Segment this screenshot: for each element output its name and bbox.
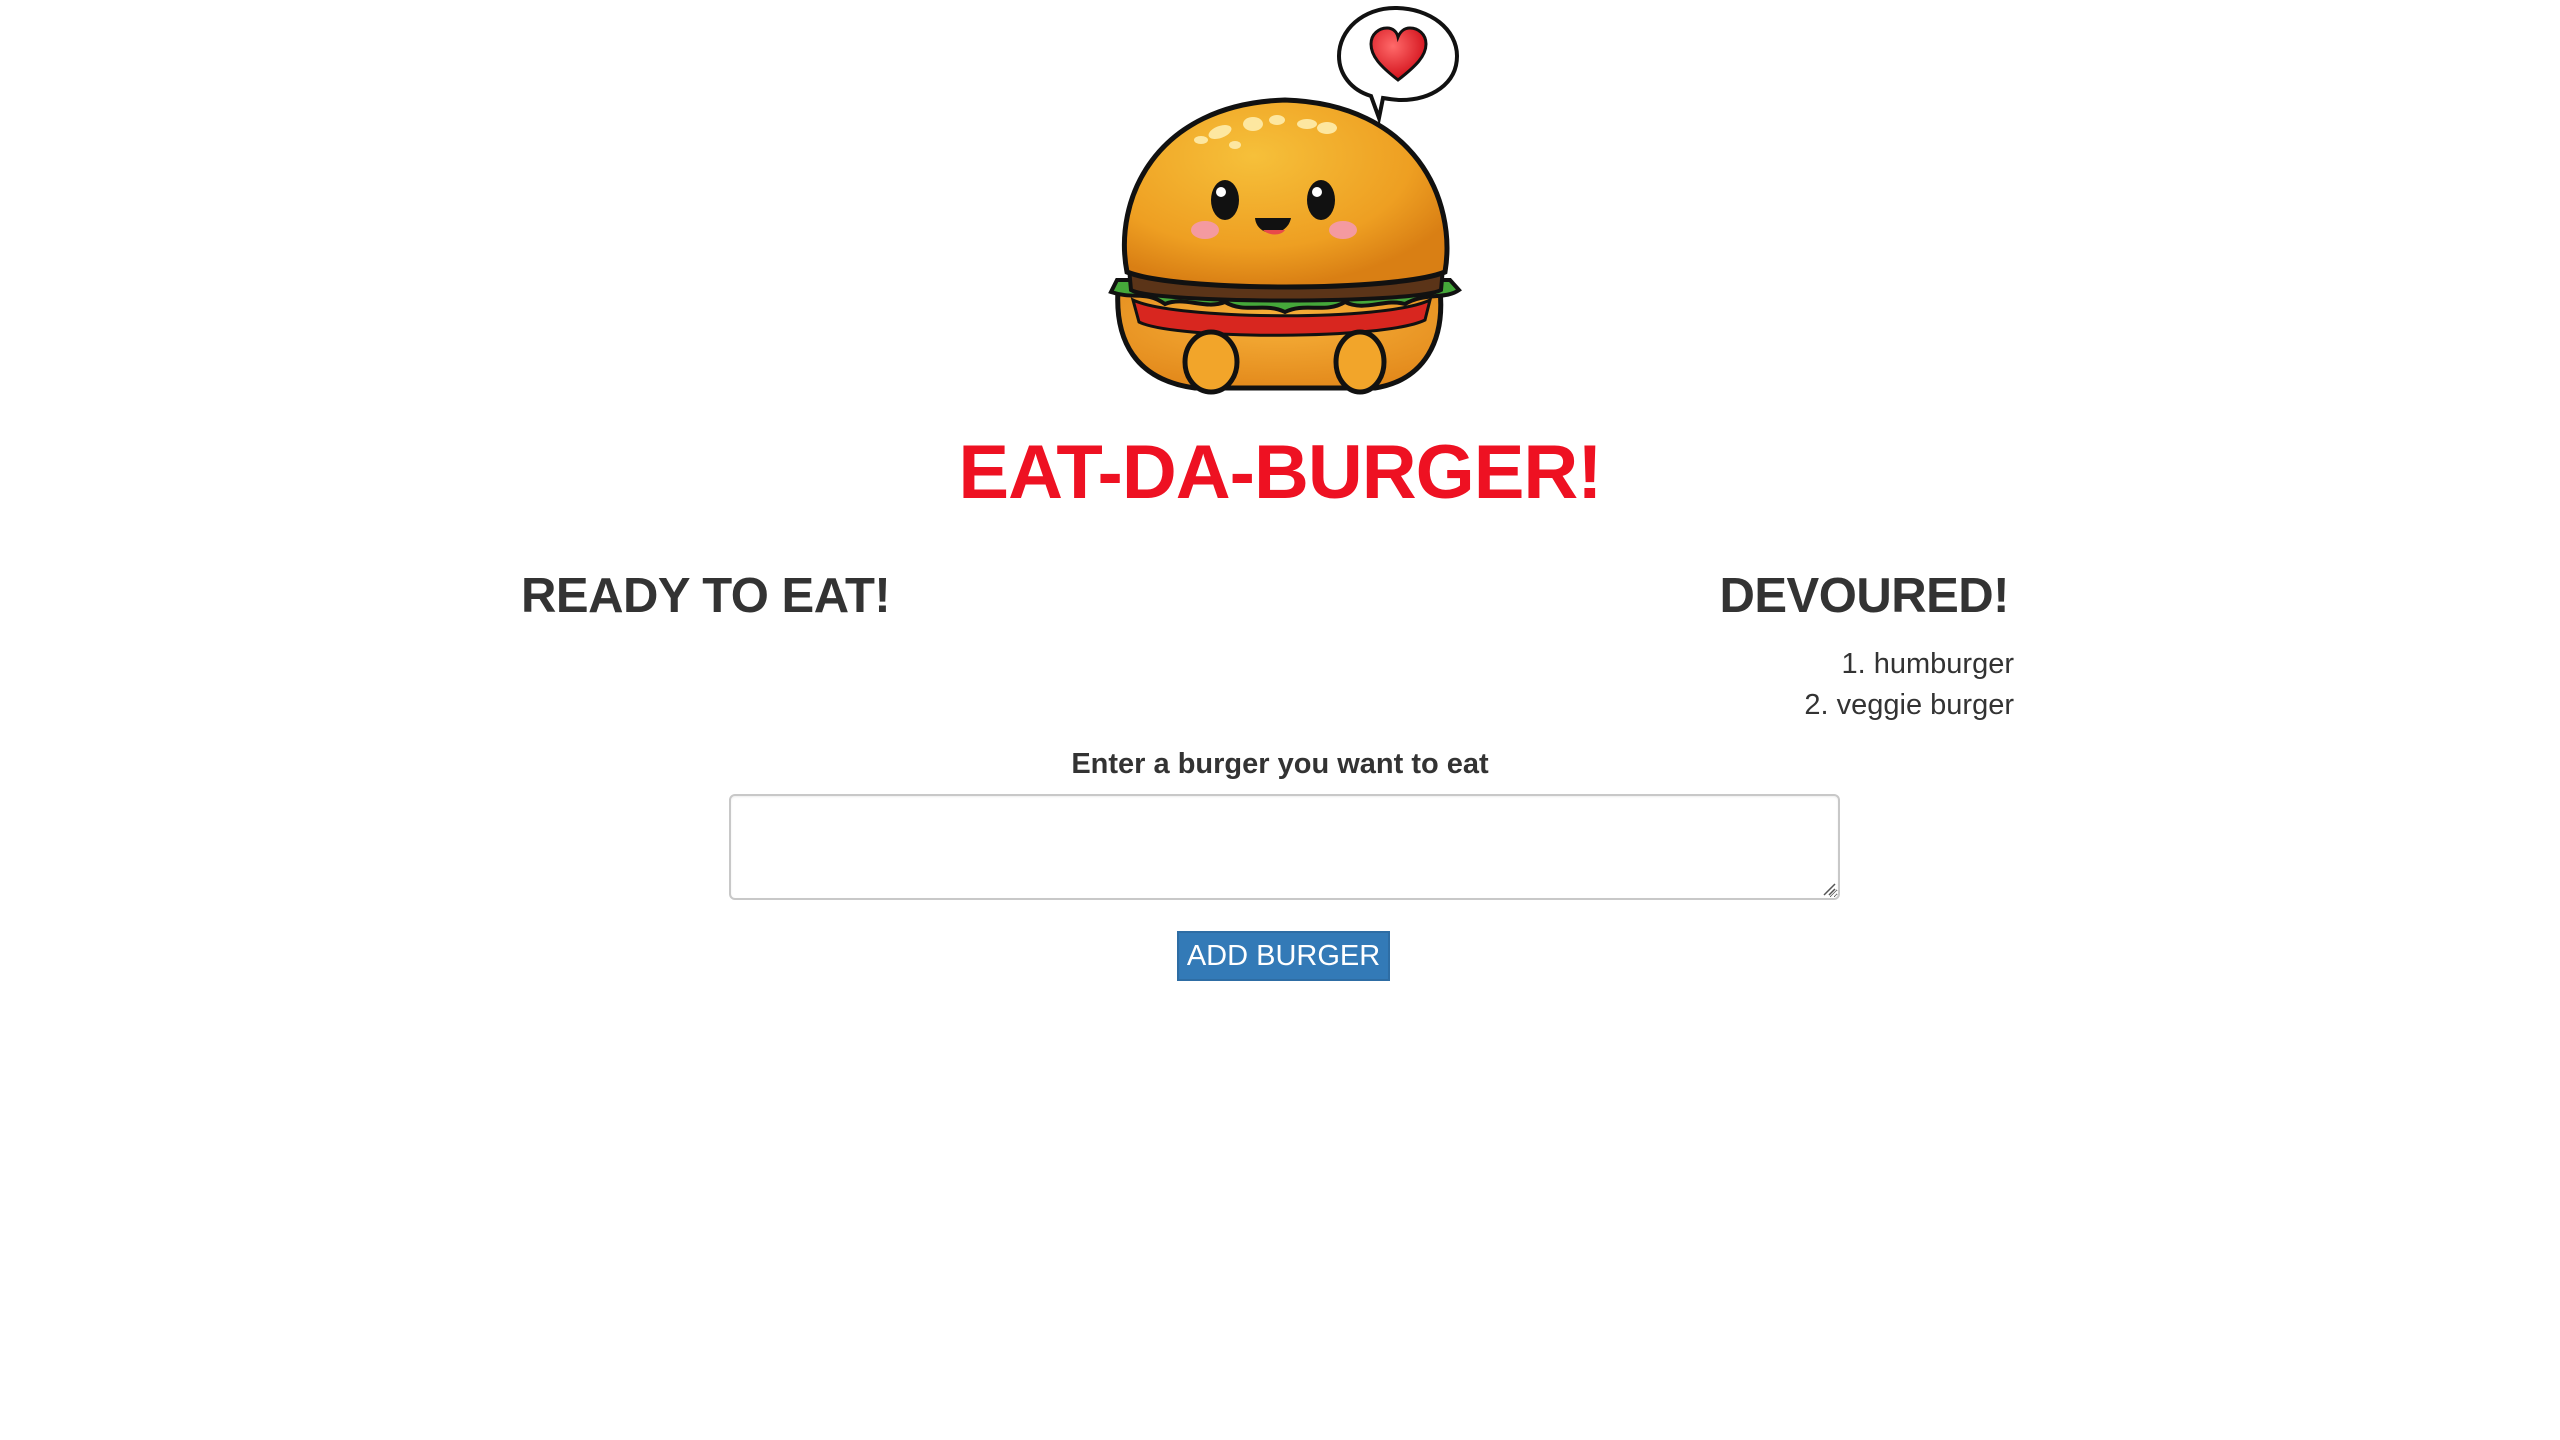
devoured-heading: DEVOURED! [1719, 569, 2009, 623]
page-title: EAT-DA-BURGER! [958, 430, 1602, 515]
page: EAT-DA-BURGER! READY TO EAT! DEVOURED! 1… [0, 0, 2560, 1440]
smiling-burger-with-heart-icon [1108, 5, 1462, 395]
ready-to-eat-heading: READY TO EAT! [521, 569, 891, 623]
list-item-label: humburger [1873, 648, 2014, 680]
devoured-list: 1. humburger 2. veggie burger [1804, 644, 2014, 726]
list-item-number: 1. [1841, 648, 1866, 680]
list-item-number: 2. [1804, 689, 1829, 721]
burger-input-label: Enter a burger you want to eat [1071, 748, 1489, 780]
list-item: 2. veggie burger [1804, 685, 2014, 726]
list-item: 1. humburger [1804, 644, 2015, 685]
burger-name-input[interactable] [729, 794, 1840, 900]
list-item-label: veggie burger [1836, 689, 2014, 721]
add-burger-button[interactable]: ADD BURGER [1177, 931, 1390, 981]
